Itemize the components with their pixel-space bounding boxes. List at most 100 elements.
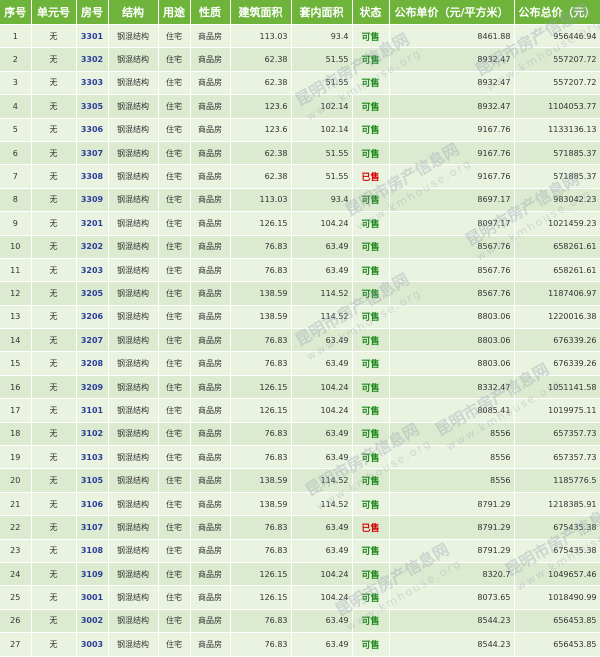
- status-badge: 可售: [352, 305, 390, 330]
- table-cell: 无: [31, 515, 77, 540]
- table-cell: 63.49: [291, 539, 353, 563]
- room-number-link[interactable]: 3302: [76, 47, 109, 72]
- table-cell: 商品房: [190, 94, 231, 119]
- table-cell: 钢混结构: [108, 515, 159, 540]
- room-number-link[interactable]: 3303: [76, 71, 109, 96]
- room-number-link[interactable]: 3301: [76, 24, 109, 49]
- room-number-link[interactable]: 3109: [76, 562, 109, 587]
- table-row: 11 无 3203 钢混结构 住宅 商品房 76.83 63.49 可售 8567.76 65826…: [0, 258, 600, 283]
- table-cell: 钢混结构: [108, 492, 159, 517]
- table-cell: 商品房: [190, 398, 231, 423]
- table-cell: 钢混结构: [108, 375, 159, 400]
- room-number-link[interactable]: 3105: [76, 468, 109, 493]
- table-cell: 无: [31, 47, 77, 72]
- table-row: 16 无 3209 钢混结构 住宅 商品房 126.15 104.24 可售 8332.47 105…: [0, 375, 600, 400]
- table-cell: 102.14: [291, 118, 353, 142]
- column-header: 用途: [158, 0, 191, 25]
- room-number-link[interactable]: 3307: [76, 141, 109, 166]
- column-header: 建筑面积: [230, 0, 292, 25]
- room-number-link[interactable]: 3103: [76, 445, 109, 470]
- table-cell: 钢混结构: [108, 211, 159, 236]
- table-cell: 8332.47: [389, 375, 515, 400]
- table-cell: 住宅: [158, 468, 191, 493]
- table-cell: 商品房: [190, 24, 231, 49]
- room-number-link[interactable]: 3306: [76, 118, 109, 142]
- table-cell: 51.55: [291, 164, 353, 189]
- room-number-link[interactable]: 3305: [76, 94, 109, 119]
- table-cell: 钢混结构: [108, 281, 159, 306]
- table-cell: 675435.38: [514, 539, 600, 563]
- table-cell: 无: [31, 305, 77, 330]
- room-number-link[interactable]: 3309: [76, 188, 109, 213]
- status-badge: 可售: [352, 609, 390, 634]
- room-number-link[interactable]: 3308: [76, 164, 109, 189]
- room-number-link[interactable]: 3206: [76, 305, 109, 330]
- room-number-link[interactable]: 3001: [76, 585, 109, 610]
- table-cell: 8697.17: [389, 188, 515, 213]
- status-badge: 可售: [352, 375, 390, 400]
- room-number-link[interactable]: 3101: [76, 398, 109, 423]
- room-number-link[interactable]: 3107: [76, 515, 109, 540]
- table-cell: 76.83: [230, 445, 292, 470]
- room-number-link[interactable]: 3205: [76, 281, 109, 306]
- table-cell: 63.49: [291, 445, 353, 470]
- room-number-link[interactable]: 3202: [76, 235, 109, 259]
- table-cell: 76.83: [230, 235, 292, 259]
- table-cell: 商品房: [190, 492, 231, 517]
- table-cell: 商品房: [190, 562, 231, 587]
- table-row: 24 无 3109 钢混结构 住宅 商品房 126.15 104.24 可售 8320.7 1049…: [0, 562, 600, 587]
- room-number-link[interactable]: 3203: [76, 258, 109, 283]
- room-number-link[interactable]: 3108: [76, 539, 109, 563]
- table-cell: 104.24: [291, 398, 353, 423]
- table-cell: 住宅: [158, 258, 191, 283]
- table-cell: 21: [0, 492, 32, 517]
- table-cell: 9167.76: [389, 164, 515, 189]
- table-cell: 114.52: [291, 492, 353, 517]
- room-number-link[interactable]: 3106: [76, 492, 109, 517]
- table-cell: 住宅: [158, 609, 191, 634]
- table-row: 14 无 3207 钢混结构 住宅 商品房 76.83 63.49 可售 8803.06 67633…: [0, 328, 600, 353]
- table-cell: 8556: [389, 468, 515, 493]
- table-cell: 无: [31, 468, 77, 493]
- room-number-link[interactable]: 3102: [76, 422, 109, 447]
- table-cell: 8085.41: [389, 398, 515, 423]
- status-badge: 已售: [352, 515, 390, 540]
- table-cell: 钢混结构: [108, 235, 159, 259]
- table-cell: 商品房: [190, 281, 231, 306]
- table-cell: 商品房: [190, 609, 231, 634]
- table-cell: 商品房: [190, 351, 231, 376]
- status-badge: 可售: [352, 24, 390, 49]
- table-cell: 18: [0, 422, 32, 447]
- room-number-link[interactable]: 3003: [76, 632, 109, 657]
- table-cell: 114.52: [291, 468, 353, 493]
- table-cell: 11: [0, 258, 32, 283]
- status-badge: 可售: [352, 468, 390, 493]
- table-cell: 无: [31, 328, 77, 353]
- room-number-link[interactable]: 3209: [76, 375, 109, 400]
- table-row: 20 无 3105 钢混结构 住宅 商品房 138.59 114.52 可售 8556 118577…: [0, 468, 600, 493]
- table-cell: 24: [0, 562, 32, 587]
- table-cell: 1218385.91: [514, 492, 600, 517]
- table-cell: 8932.47: [389, 47, 515, 72]
- table-cell: 76.83: [230, 515, 292, 540]
- status-badge: 可售: [352, 398, 390, 423]
- status-badge: 可售: [352, 94, 390, 119]
- table-cell: 无: [31, 258, 77, 283]
- table-cell: 104.24: [291, 375, 353, 400]
- room-number-link[interactable]: 3201: [76, 211, 109, 236]
- table-cell: 76.83: [230, 539, 292, 563]
- table-cell: 104.24: [291, 211, 353, 236]
- room-number-link[interactable]: 3207: [76, 328, 109, 353]
- table-row: 22 无 3107 钢混结构 住宅 商品房 76.83 63.49 已售 8791.29 67543…: [0, 515, 600, 540]
- column-header: 公布总价（元）: [514, 0, 600, 25]
- table-cell: 商品房: [190, 164, 231, 189]
- room-number-link[interactable]: 3002: [76, 609, 109, 634]
- table-cell: 63.49: [291, 351, 353, 376]
- table-cell: 76.83: [230, 351, 292, 376]
- table-cell: 126.15: [230, 398, 292, 423]
- table-cell: 钢混结构: [108, 422, 159, 447]
- room-number-link[interactable]: 3208: [76, 351, 109, 376]
- table-cell: 13: [0, 305, 32, 330]
- table-cell: 102.14: [291, 94, 353, 119]
- table-cell: 8544.23: [389, 609, 515, 634]
